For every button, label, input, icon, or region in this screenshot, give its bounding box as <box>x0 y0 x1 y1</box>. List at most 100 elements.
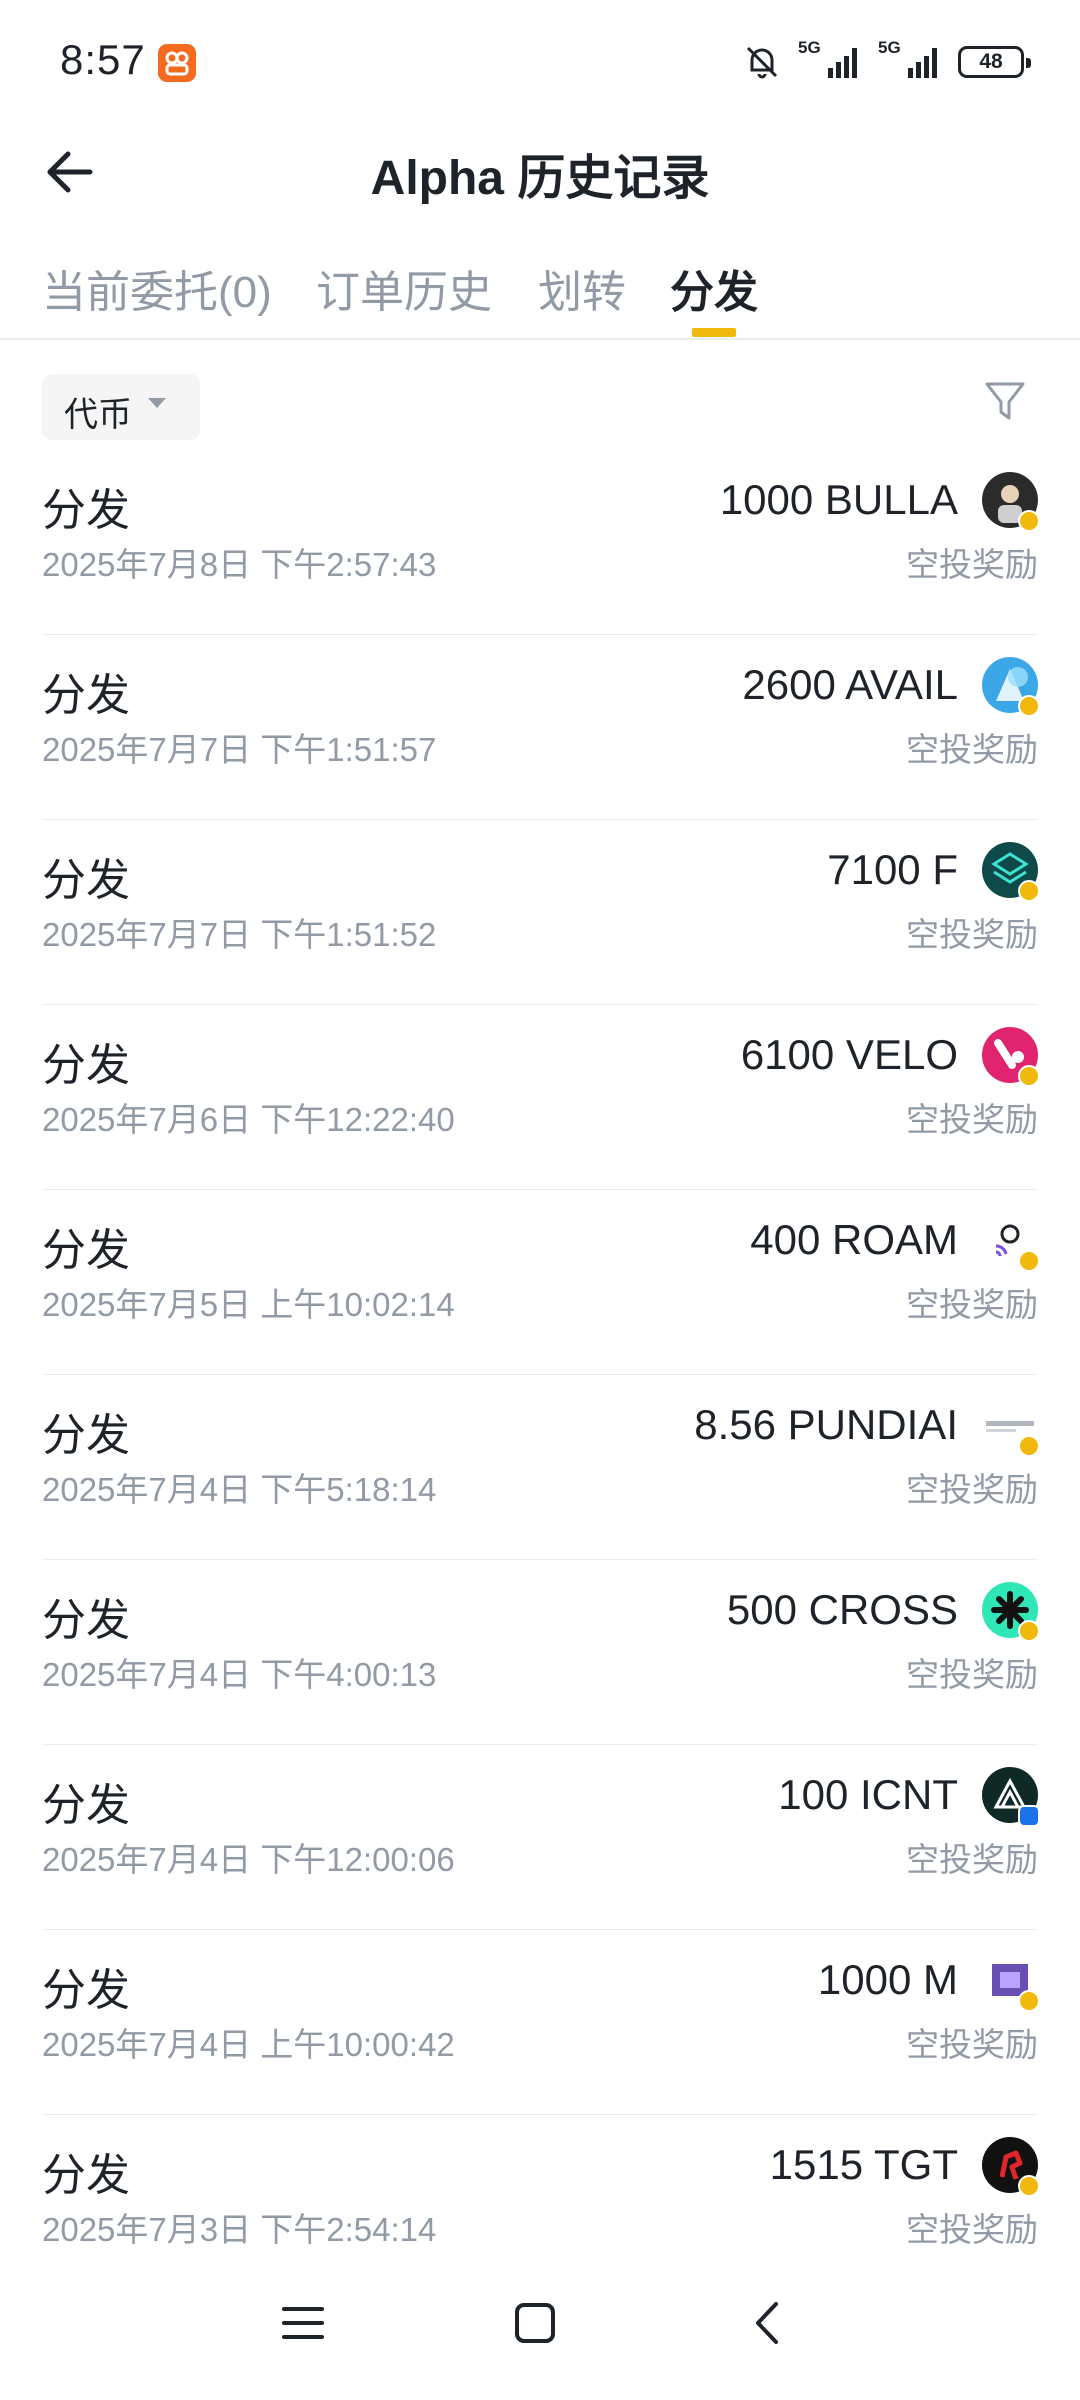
record-type: 分发 <box>42 856 130 905</box>
record-subtype: 空投奖励 <box>906 1471 1038 1508</box>
record-subtype: 空投奖励 <box>906 1841 1038 1878</box>
record-subtype: 空投奖励 <box>906 546 1038 583</box>
record-time: 2025年7月4日 下午4:00:13 <box>42 1656 437 1693</box>
badge-icon <box>1018 695 1040 717</box>
badge-icon <box>1018 1435 1040 1457</box>
record-time: 2025年7月7日 下午1:51:57 <box>42 731 437 768</box>
badge-icon <box>1018 510 1040 532</box>
tab-active-indicator <box>692 328 736 337</box>
funnel-icon <box>985 382 1025 420</box>
roam-coin-icon <box>982 1212 1040 1272</box>
filter-button[interactable] <box>982 378 1028 429</box>
menu-button[interactable] <box>280 2300 326 2351</box>
record-amount: 1515 TGT <box>769 2141 958 2188</box>
cross-coin-icon <box>982 1582 1040 1642</box>
tab-open-orders[interactable]: 当前委托(0) <box>42 256 272 320</box>
record-time: 2025年7月4日 上午10:00:42 <box>42 2026 455 2063</box>
badge-icon <box>1018 2175 1040 2197</box>
record-subtype: 空投奖励 <box>906 2211 1038 2248</box>
list-item[interactable]: 分发 2025年7月4日 下午12:00:06 100 ICNT 空投奖励 <box>42 1745 1040 1930</box>
list-item[interactable]: 分发 2025年7月8日 下午2:57:43 1000 BULLA 空投奖励 <box>42 450 1040 635</box>
record-type: 分发 <box>42 2151 130 2200</box>
avail-coin-icon <box>982 657 1040 717</box>
list-item[interactable]: 分发 2025年7月4日 上午10:00:42 1000 M 空投奖励 <box>42 1930 1040 2115</box>
record-amount: 7100 F <box>827 846 958 893</box>
status-bar: 8:57 5G 5G 48 <box>0 0 1080 128</box>
record-type: 分发 <box>42 671 130 720</box>
tab-transfer[interactable]: 划转 <box>538 256 626 320</box>
record-type: 分发 <box>42 1041 130 1090</box>
record-type: 分发 <box>42 1596 130 1645</box>
list-item[interactable]: 分发 2025年7月7日 下午1:51:52 7100 F 空投奖励 <box>42 820 1040 1005</box>
record-subtype: 空投奖励 <box>906 916 1038 953</box>
page-title: Alpha 历史记录 <box>370 152 710 205</box>
badge-icon <box>1018 880 1040 902</box>
page: 8:57 5G 5G 48 Alpha 历史记录 当前委托(0) 订单历史 划转… <box>0 0 1080 2400</box>
record-type: 分发 <box>42 1781 130 1830</box>
record-type: 分发 <box>42 1966 130 2015</box>
record-subtype: 空投奖励 <box>906 1101 1038 1138</box>
header: Alpha 历史记录 <box>0 128 1080 228</box>
badge-icon <box>1018 1065 1040 1087</box>
nav-back-button[interactable] <box>746 2300 792 2351</box>
list-item[interactable]: 分发 2025年7月5日 上午10:02:14 400 ROAM 空投奖励 <box>42 1190 1040 1375</box>
record-amount: 500 CROSS <box>726 1586 958 1633</box>
badge-icon <box>1018 1805 1040 1827</box>
tab-order-history[interactable]: 订单历史 <box>316 256 492 320</box>
list-item[interactable]: 分发 2025年7月6日 下午12:22:40 6100 VELO 空投奖励 <box>42 1005 1040 1190</box>
tab-bar: 当前委托(0) 订单历史 划转 分发 <box>0 250 1080 340</box>
battery-icon: 48 <box>958 46 1031 78</box>
status-time: 8:57 <box>60 36 146 83</box>
f-coin-icon <box>982 842 1040 902</box>
m-coin-icon <box>982 1952 1040 2012</box>
record-amount: 6100 VELO <box>740 1031 958 1078</box>
record-time: 2025年7月3日 下午2:54:14 <box>42 2211 437 2248</box>
token-filter-label: 代币 <box>64 396 132 434</box>
bell-muted-icon <box>742 42 782 87</box>
record-time: 2025年7月4日 下午5:18:14 <box>42 1471 437 1508</box>
record-amount: 100 ICNT <box>778 1771 958 1818</box>
record-amount: 1000 M <box>817 1956 958 2003</box>
list-item[interactable]: 分发 2025年7月7日 下午1:51:57 2600 AVAIL 空投奖励 <box>42 635 1040 820</box>
bulla-coin-icon <box>982 472 1040 532</box>
velo-coin-icon <box>982 1027 1040 1087</box>
list-item[interactable]: 分发 2025年7月4日 下午5:18:14 8.56 PUNDIAI 空投奖励 <box>42 1375 1040 1560</box>
badge-icon <box>1018 1620 1040 1642</box>
record-type: 分发 <box>42 486 130 535</box>
record-amount: 400 ROAM <box>750 1216 958 1263</box>
app-notification-icon <box>158 44 196 82</box>
record-subtype: 空投奖励 <box>906 1286 1038 1323</box>
list-item[interactable]: 分发 2025年7月4日 下午4:00:13 500 CROSS 空投奖励 <box>42 1560 1040 1745</box>
record-type: 分发 <box>42 1226 130 1275</box>
square-icon <box>515 2303 555 2343</box>
system-nav-bar <box>0 2290 1080 2380</box>
record-subtype: 空投奖励 <box>906 2026 1038 2063</box>
caret-down-icon <box>146 396 168 415</box>
record-amount: 8.56 PUNDIAI <box>694 1401 958 1448</box>
badge-icon <box>1018 1250 1040 1272</box>
record-time: 2025年7月4日 下午12:00:06 <box>42 1841 455 1878</box>
distribution-list: 分发 2025年7月8日 下午2:57:43 1000 BULLA 空投奖励 分… <box>42 450 1040 2300</box>
token-filter-dropdown[interactable]: 代币 <box>42 374 200 440</box>
record-time: 2025年7月8日 下午2:57:43 <box>42 546 437 583</box>
record-subtype: 空投奖励 <box>906 731 1038 768</box>
record-time: 2025年7月5日 上午10:02:14 <box>42 1286 455 1323</box>
menu-icon <box>282 2307 324 2339</box>
tab-distribution[interactable]: 分发 <box>670 256 758 320</box>
filter-row: 代币 <box>0 370 1080 440</box>
record-time: 2025年7月7日 下午1:51:52 <box>42 916 437 953</box>
record-type: 分发 <box>42 1411 130 1460</box>
icnt-coin-icon <box>982 1767 1040 1827</box>
record-amount: 2600 AVAIL <box>742 661 958 708</box>
chevron-left-icon <box>756 2302 778 2344</box>
record-subtype: 空投奖励 <box>906 1656 1038 1693</box>
home-button[interactable] <box>512 2300 558 2351</box>
badge-icon <box>1018 1990 1040 2012</box>
battery-tip <box>1026 58 1031 68</box>
list-item[interactable]: 分发 2025年7月3日 下午2:54:14 1515 TGT 空投奖励 <box>42 2115 1040 2300</box>
pundiai-coin-icon <box>982 1397 1040 1457</box>
battery-level: 48 <box>979 50 1003 73</box>
tgt-coin-icon <box>982 2137 1040 2197</box>
record-amount: 1000 BULLA <box>719 476 958 523</box>
record-time: 2025年7月6日 下午12:22:40 <box>42 1101 455 1138</box>
